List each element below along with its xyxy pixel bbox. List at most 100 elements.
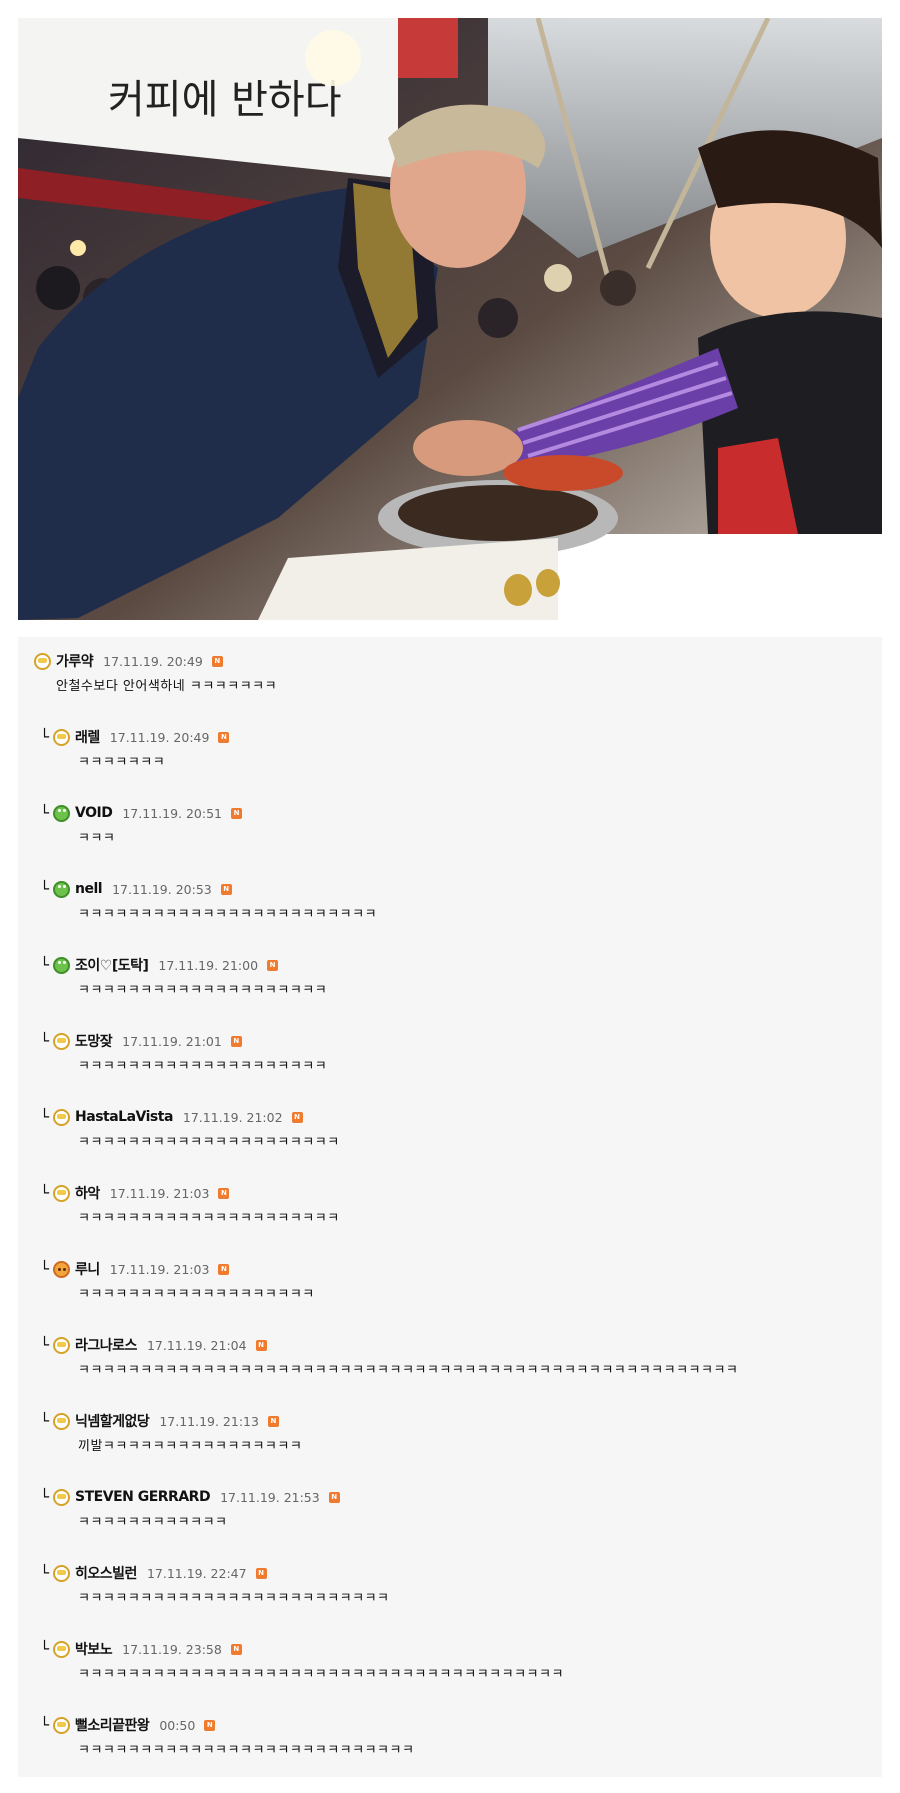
cup-icon — [53, 1336, 71, 1354]
comment-list: 가루약 17.11.19. 20:49 N 안철수보다 안어색하네 ㅋㅋㅋㅋㅋㅋㅋ └ 래… — [18, 637, 882, 1777]
comment-nickname[interactable]: 히오스빌런 — [75, 1563, 137, 1583]
comment-text: 안철수보다 안어색하네 ㅋㅋㅋㅋㅋㅋㅋ — [56, 679, 278, 694]
cup-icon — [53, 1640, 71, 1658]
comment-item: └ 뻘소리끝판왕 00:50 N ㅋㅋㅋㅋㅋㅋㅋㅋㅋㅋㅋㅋㅋㅋㅋㅋㅋㅋㅋㅋㅋㅋㅋㅋㅋㅋㅋ — [18, 1713, 882, 1789]
comment-nickname[interactable]: 하악 — [75, 1183, 100, 1203]
market-photo-illustration: 커피에 반하다 — [18, 18, 882, 620]
frog-icon — [53, 956, 71, 974]
comment-date: 17.11.19. 20:51 — [122, 805, 222, 821]
comment-meta: └ 라그나로스 17.11.19. 21:04 N — [40, 1333, 882, 1357]
comment-meta: └ 래렐 17.11.19. 20:49 N — [40, 725, 882, 749]
comment-text: ㅋㅋㅋㅋㅋㅋㅋㅋㅋㅋㅋㅋㅋㅋㅋㅋㅋㅋㅋㅋㅋㅋㅋㅋㅋㅋㅋㅋㅋㅋㅋㅋㅋㅋㅋㅋㅋㅋㅋ — [78, 1667, 564, 1682]
comment-meta: └ nell 17.11.19. 20:53 N — [40, 877, 882, 901]
cup-icon — [53, 1412, 71, 1430]
comment-item: └ HastaLaVista 17.11.19. 21:02 N ㅋㅋㅋㅋㅋㅋㅋㅋㅋㅋㅋ… — [18, 1105, 882, 1181]
comment-nickname[interactable]: 래렐 — [75, 727, 100, 747]
reply-arrow-icon: └ — [40, 1564, 50, 1582]
comment-text: ㅋㅋㅋㅋㅋㅋㅋㅋㅋㅋㅋㅋㅋㅋㅋㅋㅋㅋㅋㅋㅋ — [78, 1135, 340, 1150]
reply-arrow-icon: └ — [40, 880, 50, 898]
new-badge-icon: N — [255, 1339, 267, 1351]
comment-meta: └ 루니 17.11.19. 21:03 N — [40, 1257, 882, 1281]
comment-meta: └ HastaLaVista 17.11.19. 21:02 N — [40, 1105, 882, 1129]
new-badge-icon: N — [328, 1491, 340, 1503]
comment-item: └ 루니 17.11.19. 21:03 N ㅋㅋㅋㅋㅋㅋㅋㅋㅋㅋㅋㅋㅋㅋㅋㅋㅋㅋㅋ — [18, 1257, 882, 1333]
comment-text: ㅋㅋㅋㅋㅋㅋㅋㅋㅋㅋㅋㅋㅋㅋㅋㅋㅋㅋㅋ — [78, 1287, 315, 1302]
reply-arrow-icon: └ — [40, 1336, 50, 1354]
comment-date: 17.11.19. 20:49 — [103, 653, 203, 669]
reply-arrow-icon: └ — [40, 956, 50, 974]
comment-date: 17.11.19. 20:49 — [109, 729, 210, 745]
cup-icon — [53, 1184, 71, 1202]
reply-arrow-icon: └ — [40, 1108, 50, 1126]
comment-item: └ 조이♡[도탁] 17.11.19. 21:00 N ㅋㅋㅋㅋㅋㅋㅋㅋㅋㅋㅋㅋㅋㅋㅋㅋ… — [18, 953, 882, 1029]
comment-item: └ 하악 17.11.19. 21:03 N ㅋㅋㅋㅋㅋㅋㅋㅋㅋㅋㅋㅋㅋㅋㅋㅋㅋㅋㅋㅋㅋ — [18, 1181, 882, 1257]
new-badge-icon: N — [230, 1035, 242, 1047]
reply-arrow-icon: └ — [40, 728, 50, 746]
new-badge-icon: N — [255, 1567, 267, 1579]
new-badge-icon: N — [230, 1643, 242, 1655]
reply-arrow-icon: └ — [40, 804, 50, 822]
comment-date: 17.11.19. 21:02 — [182, 1109, 283, 1125]
comment-date: 17.11.19. 21:03 — [109, 1261, 210, 1277]
comment-nickname[interactable]: 뻘소리끝판왕 — [75, 1715, 150, 1735]
comment-text: ㅋㅋㅋㅋㅋㅋㅋㅋㅋㅋㅋㅋㅋㅋㅋㅋㅋㅋㅋㅋㅋㅋㅋㅋㅋㅋㅋ — [78, 1743, 415, 1758]
comment-item: └ 래렐 17.11.19. 20:49 N ㅋㅋㅋㅋㅋㅋㅋ — [18, 725, 882, 801]
comment-item: └ 박보노 17.11.19. 23:58 N ㅋㅋㅋㅋㅋㅋㅋㅋㅋㅋㅋㅋㅋㅋㅋㅋㅋㅋㅋㅋ… — [18, 1637, 882, 1713]
comment-nickname[interactable]: 박보노 — [75, 1639, 113, 1659]
comment-nickname[interactable]: STEVEN GERRARD — [75, 1489, 211, 1505]
new-badge-icon: N — [218, 731, 230, 743]
reply-arrow-icon: └ — [40, 1716, 50, 1734]
comment-meta: └ VOID 17.11.19. 20:51 N — [40, 801, 882, 825]
new-badge-icon: N — [267, 1415, 279, 1427]
comment-item: └ 닉넴할게없당 17.11.19. 21:13 N 끼발ㅋㅋㅋㅋㅋㅋㅋㅋㅋㅋㅋㅋㅋㅋㅋ… — [18, 1409, 882, 1485]
comment-nickname[interactable]: 라그나로스 — [75, 1335, 137, 1355]
new-badge-icon: N — [220, 883, 232, 895]
cup-icon — [53, 1032, 71, 1050]
frog-icon — [53, 880, 71, 898]
comment-text: 끼발ㅋㅋㅋㅋㅋㅋㅋㅋㅋㅋㅋㅋㅋㅋㅋㅋ — [78, 1439, 303, 1454]
cup-icon — [53, 728, 71, 746]
reply-arrow-icon: └ — [40, 1412, 50, 1430]
reply-arrow-icon: └ — [40, 1184, 50, 1202]
comment-item: └ VOID 17.11.19. 20:51 N ㅋㅋㅋ — [18, 801, 882, 877]
comment-nickname[interactable]: 조이♡[도탁] — [75, 955, 149, 975]
new-badge-icon: N — [204, 1719, 216, 1731]
comment-nickname[interactable]: 가루약 — [56, 651, 94, 671]
comment-item: └ STEVEN GERRARD 17.11.19. 21:53 N ㅋㅋㅋㅋㅋㅋㅋㅋㅋ… — [18, 1485, 882, 1561]
comment-date: 17.11.19. 23:58 — [122, 1641, 222, 1657]
comment-nickname[interactable]: nell — [75, 881, 103, 897]
new-badge-icon: N — [267, 959, 279, 971]
comment-nickname[interactable]: HastaLaVista — [75, 1109, 173, 1125]
comment-date: 00:50 — [159, 1717, 196, 1733]
new-badge-icon: N — [231, 807, 242, 819]
comment-text: ㅋㅋㅋㅋㅋㅋㅋㅋㅋㅋㅋㅋㅋㅋㅋㅋㅋㅋㅋㅋㅋㅋㅋㅋㅋㅋㅋㅋㅋㅋㅋㅋㅋㅋㅋㅋㅋㅋㅋㅋ… — [78, 1363, 739, 1378]
comment-date: 17.11.19. 21:01 — [122, 1033, 222, 1049]
reply-arrow-icon: └ — [40, 1032, 50, 1050]
comment-nickname[interactable]: 도망잦 — [75, 1031, 113, 1051]
comment-item: └ 라그나로스 17.11.19. 21:04 N ㅋㅋㅋㅋㅋㅋㅋㅋㅋㅋㅋㅋㅋㅋㅋㅋㅋㅋ… — [18, 1333, 882, 1409]
comment-nickname[interactable]: 닉넴할게없당 — [75, 1411, 150, 1431]
comment-meta: └ 닉넴할게없당 17.11.19. 21:13 N — [40, 1409, 882, 1433]
comment-meta: └ 박보노 17.11.19. 23:58 N — [40, 1637, 882, 1661]
comment-date: 17.11.19. 21:13 — [159, 1413, 259, 1429]
comment-text: ㅋㅋㅋㅋㅋㅋㅋㅋㅋㅋㅋㅋㅋㅋㅋㅋㅋㅋㅋㅋㅋㅋㅋㅋㅋ — [78, 1591, 390, 1606]
cup-icon — [53, 1108, 71, 1126]
frog-icon — [53, 804, 71, 822]
comment-item: 가루약 17.11.19. 20:49 N 안철수보다 안어색하네 ㅋㅋㅋㅋㅋㅋㅋ — [18, 649, 882, 725]
comment-text: ㅋㅋㅋㅋㅋㅋㅋㅋㅋㅋㅋㅋㅋㅋㅋㅋㅋㅋㅋㅋㅋ — [78, 1211, 340, 1226]
comment-date: 17.11.19. 21:00 — [158, 957, 259, 973]
comment-date: 17.11.19. 20:53 — [112, 881, 212, 897]
comment-date: 17.11.19. 21:03 — [109, 1185, 210, 1201]
comment-nickname[interactable]: VOID — [75, 805, 113, 821]
cup-icon — [53, 1564, 71, 1582]
comment-nickname[interactable]: 루니 — [75, 1259, 100, 1279]
comment-meta: 가루약 17.11.19. 20:49 N — [34, 649, 882, 673]
cup-icon — [53, 1716, 71, 1734]
comment-meta: └ STEVEN GERRARD 17.11.19. 21:53 N — [40, 1485, 882, 1509]
photo: 커피에 반하다 — [18, 18, 882, 620]
cup-icon — [53, 1488, 71, 1506]
comment-item: └ 히오스빌런 17.11.19. 22:47 N ㅋㅋㅋㅋㅋㅋㅋㅋㅋㅋㅋㅋㅋㅋㅋㅋㅋㅋ… — [18, 1561, 882, 1637]
comment-text: ㅋㅋㅋㅋㅋㅋㅋㅋㅋㅋㅋㅋㅋㅋㅋㅋㅋㅋㅋㅋ — [78, 1059, 328, 1074]
sign-text: 커피에 반하다 — [108, 77, 342, 123]
reply-arrow-icon: └ — [40, 1488, 50, 1506]
